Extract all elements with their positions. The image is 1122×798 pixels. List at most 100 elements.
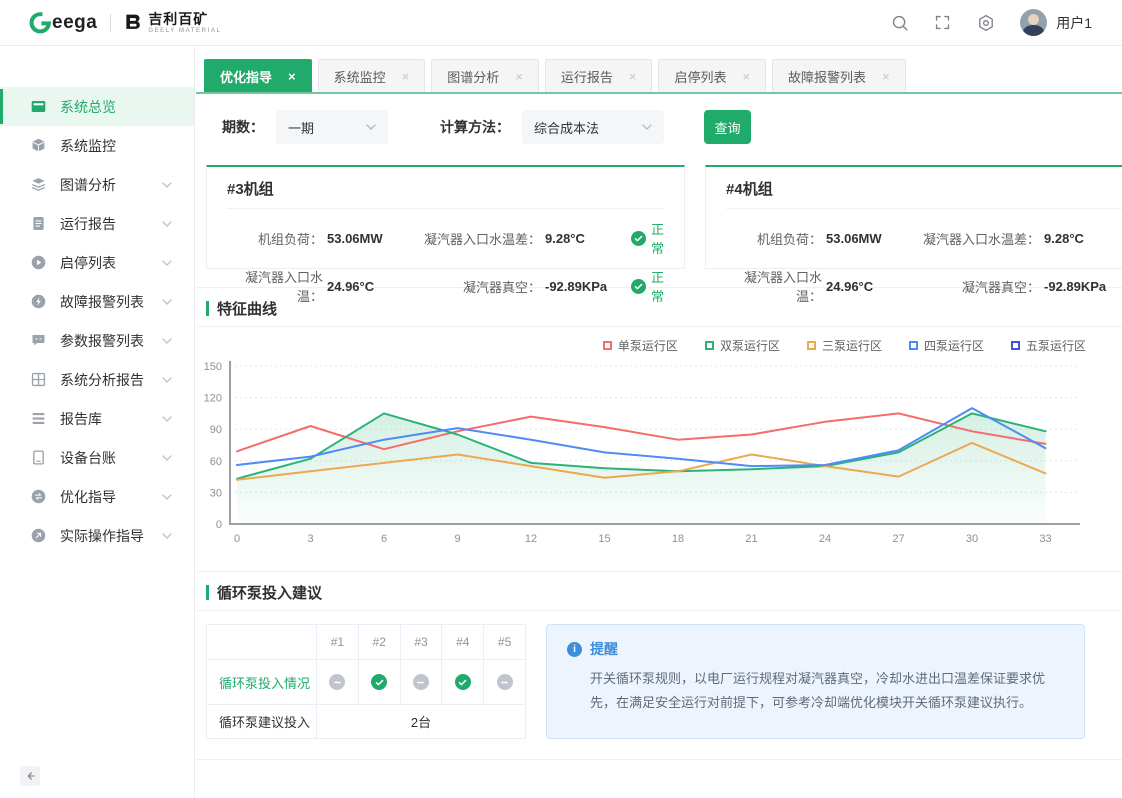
tab-close-icon[interactable]: ×	[882, 70, 890, 83]
query-button[interactable]: 查询	[704, 110, 751, 144]
svg-text:90: 90	[210, 424, 222, 436]
status-badge: 正常	[631, 219, 664, 257]
legend-item-1[interactable]: 单泵运行区	[603, 338, 678, 352]
tab-3[interactable]: 图谱分析 ×	[431, 59, 539, 92]
pump-status-cell	[358, 660, 400, 705]
unit-card-2: #4机组机组负荷：53.06MW凝汽器入口水温差：9.28°C异常凝汽器入口水温…	[705, 165, 1122, 269]
check-circle-icon	[371, 674, 387, 690]
alert-text: 开关循环泵规则，以电厂运行规程对凝汽器真空，冷却水进出口温差保证要求优先，在满足…	[590, 667, 1064, 715]
pump-section-header: 循环泵投入建议	[206, 584, 1122, 600]
legend-item-4[interactable]: 四泵运行区	[909, 338, 984, 352]
legend-swatch-icon	[705, 341, 714, 350]
method-select[interactable]: 综合成本法	[522, 110, 664, 144]
fullscreen-icon[interactable]	[934, 14, 952, 32]
sidebar-item-label: 报告库	[60, 409, 102, 429]
app-window: eega 吉利百矿 GEELY MATERIAL	[0, 0, 1122, 798]
legend-label: 单泵运行区	[618, 337, 678, 354]
list-icon	[30, 410, 47, 427]
play-circle-icon	[30, 254, 47, 271]
tab-1[interactable]: 优化指导 ×	[204, 59, 312, 92]
metric-value: 9.28°C	[1040, 231, 1122, 246]
legend-swatch-icon	[1011, 341, 1020, 350]
tab-label: 图谱分析	[447, 67, 499, 86]
search-icon[interactable]	[891, 14, 909, 32]
legend-item-5[interactable]: 五泵运行区	[1011, 338, 1086, 352]
status-badge: 正常	[631, 267, 664, 305]
dashboard-icon	[30, 98, 47, 115]
pump-status-cell	[442, 660, 484, 705]
metric-label: 凝汽器入口水温差：	[914, 229, 1040, 248]
tab-5[interactable]: 启停列表×	[658, 59, 766, 92]
pump-row-label[interactable]: 循环泵投入情况	[207, 660, 317, 705]
svg-text:24: 24	[819, 533, 831, 545]
metric: 凝汽器入口水温：24.96°C	[726, 267, 914, 305]
period-select-value: 一期	[288, 118, 314, 137]
svg-text:27: 27	[892, 533, 904, 545]
metric-label: 凝汽器入口水温：	[726, 267, 822, 305]
sidebar-item-9[interactable]: 报告库	[0, 399, 194, 438]
sidebar-item-5[interactable]: 启停列表	[0, 243, 194, 282]
unit-card-title: #3机组	[227, 178, 664, 209]
pump-table: #1#2#3#4#5 循环泵投入情况循环泵建议投入2台	[206, 624, 526, 739]
legend-item-3[interactable]: 三泵运行区	[807, 338, 882, 352]
sidebar-nav: 系统总览系统监控图谱分析运行报告启停列表故障报警列表参数报警列表系统分析报告报告…	[0, 47, 194, 555]
avatar[interactable]	[1020, 9, 1047, 36]
username[interactable]: 用户1	[1056, 13, 1092, 33]
divider	[196, 610, 1122, 611]
metric-row: 机组负荷：53.06MW凝汽器入口水温差：9.28°C正常	[227, 219, 664, 257]
legend-item-2[interactable]: 双泵运行区	[705, 338, 780, 352]
pump-status-cell	[484, 660, 526, 705]
tab-bar: 优化指导×系统监控×图谱分析×运行报告×启停列表×故障报警列表×	[196, 47, 1122, 94]
brand-subtitle: GEELY MATERIAL	[148, 28, 221, 34]
metric-value: 53.06MW	[822, 231, 914, 246]
svg-text:0: 0	[234, 533, 240, 545]
cube-icon	[30, 137, 47, 154]
tab-close-icon[interactable]: ×	[629, 70, 637, 83]
sidebar-item-10[interactable]: 设备台账	[0, 438, 194, 477]
sidebar-item-6[interactable]: 故障报警列表	[0, 282, 194, 321]
pump-row-label[interactable]: 循环泵建议投入	[207, 705, 317, 739]
chart-section-title: 特征曲线	[217, 298, 277, 319]
sidebar-item-3[interactable]: 图谱分析	[0, 165, 194, 204]
chevron-down-icon	[642, 124, 652, 130]
tab-close-icon[interactable]: ×	[742, 70, 750, 83]
tab-close-icon[interactable]: ×	[402, 70, 410, 83]
tab-6[interactable]: 故障报警列表×	[772, 59, 906, 92]
sidebar-item-label: 实际操作指导	[60, 526, 144, 546]
sidebar-item-7[interactable]: 参数报警列表	[0, 321, 194, 360]
unit-card-1: #3机组机组负荷：53.06MW凝汽器入口水温差：9.28°C正常凝汽器入口水温…	[206, 165, 685, 269]
sidebar-item-4[interactable]: 运行报告	[0, 204, 194, 243]
alert-title: 提醒	[590, 639, 618, 659]
legend-swatch-icon	[807, 341, 816, 350]
svg-text:30: 30	[210, 487, 222, 499]
svg-text:120: 120	[204, 393, 222, 405]
tab-4[interactable]: 运行报告×	[545, 59, 653, 92]
chevron-down-icon	[162, 494, 172, 500]
tab-close-icon[interactable]: ×	[515, 70, 523, 83]
check-circle-icon	[631, 279, 646, 294]
tab-2[interactable]: 系统监控×	[318, 59, 426, 92]
sidebar-item-label: 优化指导	[60, 487, 116, 507]
sidebar-item-1[interactable]: 系统总览	[0, 87, 194, 126]
sidebar-item-11[interactable]: 优化指导	[0, 477, 194, 516]
sidebar-item-2[interactable]: 系统监控	[0, 126, 194, 165]
metric: 凝汽器入口水温差：9.28°C	[415, 229, 631, 248]
arrow-left-icon	[24, 770, 36, 782]
pump-table-col-header: #2	[358, 625, 400, 660]
tab-label: 优化指导	[220, 67, 272, 86]
method-label: 计算方法：	[440, 117, 510, 137]
svg-text:3: 3	[307, 533, 313, 545]
tab-close-icon[interactable]: ×	[288, 70, 296, 83]
sidebar-item-12[interactable]: 实际操作指导	[0, 516, 194, 555]
chevron-down-icon	[162, 377, 172, 383]
sidebar-item-label: 运行报告	[60, 214, 116, 234]
info-icon: i	[567, 642, 582, 657]
minus-circle-icon	[413, 674, 429, 690]
pump-table-corner-cell	[207, 625, 317, 660]
period-select[interactable]: 一期	[276, 110, 388, 144]
chevron-down-icon	[162, 455, 172, 461]
metric-value: 53.06MW	[323, 231, 415, 246]
sidebar-collapse-button[interactable]	[20, 766, 40, 786]
settings-icon[interactable]	[977, 14, 995, 32]
sidebar-item-8[interactable]: 系统分析报告	[0, 360, 194, 399]
